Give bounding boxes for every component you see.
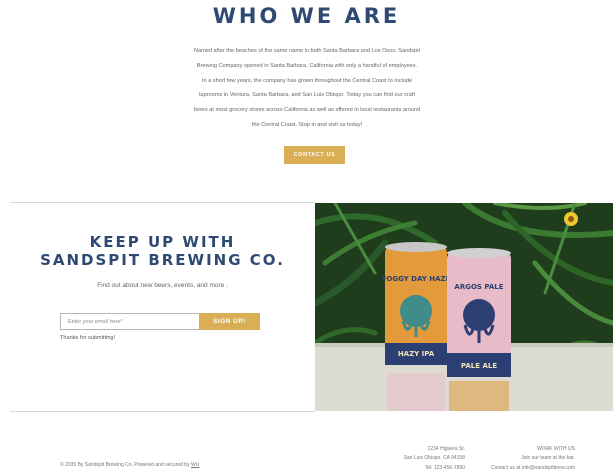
newsletter-title-line2: SANDSPIT BREWING CO. bbox=[40, 251, 285, 269]
newsletter-title: KEEP UP WITH SANDSPIT BREWING CO. bbox=[10, 233, 315, 269]
can-right-name: PALE ALE bbox=[461, 362, 497, 370]
can-right-top-text: ARGOS PALE bbox=[454, 283, 503, 291]
copyright-prefix: © 2035 By Sandspit Brewing Co. Powered a… bbox=[60, 462, 190, 468]
contact-us-button[interactable]: CONTACT US bbox=[284, 146, 345, 164]
section-divider-bottom bbox=[10, 411, 315, 412]
address-line: San Luis Obispo, CA 94158 bbox=[403, 455, 465, 462]
yellow-flower-icon bbox=[564, 212, 578, 226]
email-input[interactable] bbox=[60, 313, 202, 330]
pale-ale-can: ARGOS PALE PALE ALE bbox=[447, 248, 511, 377]
newsletter-section: KEEP UP WITH SANDSPIT BREWING CO. Find o… bbox=[10, 203, 315, 411]
about-section: WHO WE ARE Named after the beaches of th… bbox=[0, 0, 613, 200]
about-line: In a short few years, the company has gr… bbox=[201, 77, 413, 84]
sign-up-button[interactable]: SIGN UP! bbox=[199, 313, 260, 330]
address-line: 1234 Higuera St. bbox=[427, 446, 465, 452]
contact-prefix: Contact us at bbox=[490, 464, 521, 471]
beer-cans-photo: FOGGY DAY HAZE HAZY IPA ARGOS PALE PALE … bbox=[315, 203, 613, 411]
about-line: taprooms in Ventura, Santa Barbara, and … bbox=[198, 92, 415, 99]
hazy-ipa-can: FOGGY DAY HAZE HAZY IPA bbox=[382, 242, 451, 365]
about-line: Brewing Company opened in Santa Barbara,… bbox=[196, 62, 418, 69]
wix-link[interactable]: Wix bbox=[191, 462, 199, 468]
about-body: Named after the beaches of the same name… bbox=[166, 44, 448, 133]
can-left-top-text: FOGGY DAY HAZE bbox=[382, 275, 451, 283]
contact-email-link[interactable]: info@sandspitbrew.com bbox=[522, 465, 575, 471]
newsletter-subtitle: Find out about new beers, events, and mo… bbox=[97, 282, 228, 289]
about-line: beers at most grocery stores across Cali… bbox=[193, 107, 421, 114]
can-left-name: HAZY IPA bbox=[398, 350, 435, 358]
work-heading: WORK WITH US bbox=[536, 446, 575, 452]
newsletter-title-line1: KEEP UP WITH bbox=[89, 233, 236, 251]
copyright-text: © 2035 By Sandspit Brewing Co. Powered a… bbox=[60, 462, 199, 468]
about-line: Named after the beaches of the same name… bbox=[193, 48, 421, 54]
about-line: the Central Coast. Stop in and visit us … bbox=[251, 121, 363, 128]
work-line: Join our team at the bar. bbox=[521, 455, 575, 462]
thanks-message: Thanks for submitting! bbox=[60, 335, 116, 341]
footer-work: WORK WITH US Join our team at the bar. C… bbox=[491, 445, 575, 473]
about-title: WHO WE ARE bbox=[212, 4, 401, 28]
footer-address: 1234 Higuera St. San Luis Obispo, CA 941… bbox=[404, 445, 465, 473]
